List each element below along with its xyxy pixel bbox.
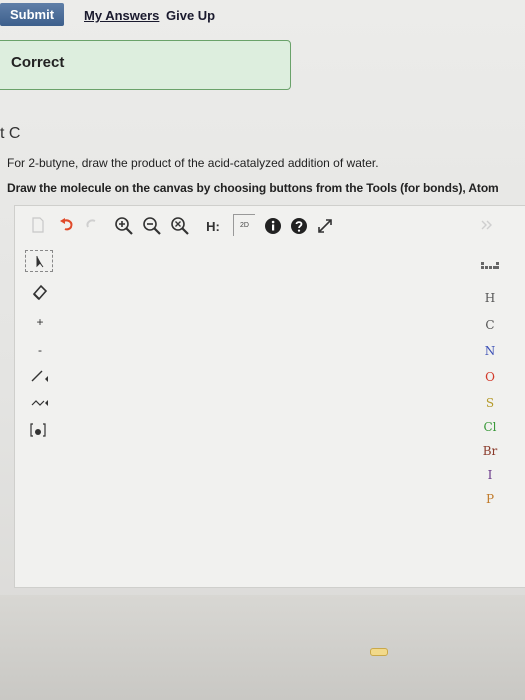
2d-label: 2D: [240, 222, 249, 229]
molecule-editor: H: 2D + - H C N O S Cl Br I P: [14, 205, 525, 588]
periodic-table-icon[interactable]: [470, 261, 510, 276]
correct-label: Correct: [11, 54, 65, 71]
atom-s-button[interactable]: S: [470, 396, 510, 410]
hydrogen-toggle-icon[interactable]: H:: [201, 216, 225, 236]
atoms-panel: H C N O S Cl Br I P: [470, 236, 510, 566]
atom-p-button[interactable]: P: [470, 492, 510, 506]
instruction-text: Draw the molecule on the canvas by choos…: [7, 181, 499, 195]
page-footer-area: [0, 595, 525, 700]
zoom-out-icon[interactable]: [141, 215, 163, 237]
undo-icon[interactable]: [57, 216, 77, 234]
select-tool-icon[interactable]: [25, 250, 53, 272]
collapse-panel-icon[interactable]: [477, 218, 495, 232]
my-answers-link[interactable]: My Answers: [84, 8, 159, 23]
drawing-canvas[interactable]: [65, 250, 463, 580]
bond-tool-icon[interactable]: [25, 364, 55, 388]
add-charge-icon[interactable]: +: [25, 310, 55, 334]
eraser-icon[interactable]: [25, 280, 55, 304]
top-bar: Submit My Answers Give Up: [0, 0, 525, 30]
zoom-reset-icon[interactable]: [169, 215, 191, 237]
scroll-handle[interactable]: [370, 648, 388, 656]
chain-tool-icon[interactable]: [25, 390, 55, 414]
new-document-icon[interactable]: [29, 216, 47, 234]
atom-n-button[interactable]: N: [470, 344, 510, 358]
template-tool-icon[interactable]: [25, 418, 55, 442]
editor-toolbar: H: 2D: [15, 206, 525, 244]
give-up-link[interactable]: Give Up: [166, 8, 215, 23]
atom-c-button[interactable]: C: [470, 318, 510, 332]
atom-h-button[interactable]: H: [470, 291, 510, 305]
atom-i-button[interactable]: I: [470, 468, 510, 482]
zoom-in-icon[interactable]: [113, 215, 135, 237]
atom-cl-button[interactable]: Cl: [470, 420, 510, 434]
info-icon[interactable]: [263, 216, 283, 236]
help-icon[interactable]: [289, 216, 309, 236]
tools-panel: + -: [25, 250, 59, 580]
remove-charge-icon[interactable]: -: [25, 338, 55, 362]
atom-br-button[interactable]: Br: [470, 444, 510, 458]
part-label: t C: [0, 125, 21, 142]
redo-icon[interactable]: [83, 216, 101, 234]
atom-o-button[interactable]: O: [470, 370, 510, 384]
feedback-box: Correct: [0, 40, 291, 90]
question-text: For 2-butyne, draw the product of the ac…: [7, 156, 379, 170]
fullscreen-icon[interactable]: [315, 216, 335, 236]
submit-button[interactable]: Submit: [0, 3, 64, 26]
2d-clean-icon[interactable]: 2D: [233, 214, 255, 236]
